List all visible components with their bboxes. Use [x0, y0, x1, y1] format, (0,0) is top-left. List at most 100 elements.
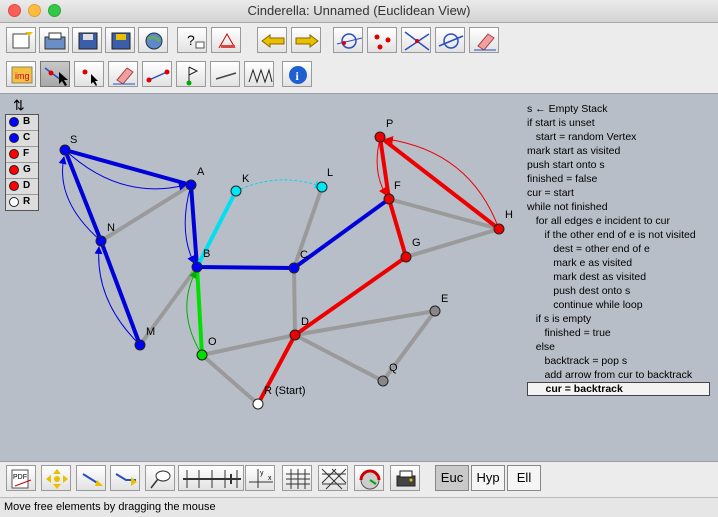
vertex-B[interactable]	[191, 261, 203, 273]
new-file-button[interactable]	[6, 27, 36, 53]
vertex-H[interactable]	[493, 223, 505, 235]
vertex-Q[interactable]	[377, 375, 389, 387]
fine-grid-button[interactable]	[282, 465, 312, 491]
view-toolbar: PDF yx Euc Hyp Ell	[0, 462, 718, 496]
stack-item: R	[6, 195, 38, 210]
hyperbolic-mode-button[interactable]: Hyp	[471, 465, 505, 491]
vertex-M[interactable]	[134, 339, 146, 351]
algo-line: mark e as visited	[527, 257, 633, 269]
stack-item: D	[6, 179, 38, 195]
vertex-label-H: H	[505, 209, 513, 221]
edge-D-E[interactable]	[294, 309, 436, 337]
pdf-export-button[interactable]: PDF	[6, 465, 36, 491]
move-view-button[interactable]	[41, 465, 71, 491]
algo-line: while not finished	[527, 201, 608, 213]
svg-text:y: y	[260, 470, 264, 477]
svg-text:img: img	[15, 71, 30, 81]
vertex-A[interactable]	[185, 179, 197, 191]
globe-button[interactable]	[138, 27, 168, 53]
butterfly-net-button[interactable]	[145, 465, 175, 491]
add-point-icon	[82, 69, 98, 86]
algo-line: finished = false	[527, 173, 598, 185]
algorithm-pseudocode: s ← Empty Stack if start is unset start …	[527, 102, 717, 396]
algo-line: finished = true	[527, 327, 611, 339]
grid-snap-button[interactable]	[178, 465, 244, 491]
stack-item: G	[6, 163, 38, 179]
vertex-P[interactable]	[374, 131, 386, 143]
undo-button[interactable]	[257, 27, 287, 53]
algo-line: continue while loop	[527, 299, 643, 311]
elliptic-mode-button[interactable]: Ell	[507, 465, 541, 491]
globe-icon	[145, 32, 163, 50]
add-point-button[interactable]	[74, 61, 104, 87]
vertex-O[interactable]	[196, 349, 208, 361]
vertex-F[interactable]	[383, 193, 395, 205]
print-button[interactable]	[390, 465, 420, 491]
segment-tool-button[interactable]	[142, 61, 172, 87]
swap-stack-icon[interactable]: ⇅	[13, 97, 25, 114]
stack-dot-icon	[9, 197, 19, 207]
circle-line-button[interactable]	[435, 27, 465, 53]
axes-icon: yx	[249, 469, 273, 488]
axes-button[interactable]: yx	[245, 465, 275, 491]
vertex-C[interactable]	[288, 262, 300, 274]
vertex-label-C: C	[300, 249, 308, 261]
stack-item: C	[6, 131, 38, 147]
circle-mode-button[interactable]	[333, 27, 363, 53]
translate-button[interactable]	[110, 465, 140, 491]
vertex-S[interactable]	[59, 144, 71, 156]
info-button[interactable]: i	[282, 61, 312, 87]
eraser-button[interactable]	[469, 27, 499, 53]
algo-line: add arrow from cur to backtrack	[527, 369, 693, 381]
save-as-button[interactable]	[105, 27, 135, 53]
gauge-button[interactable]	[354, 465, 384, 491]
lines-mode-icon	[404, 31, 430, 51]
fine-grid-icon	[286, 469, 310, 489]
translate-icon	[115, 473, 137, 486]
vertex-N[interactable]	[95, 235, 107, 247]
vertex-label-R: R (Start)	[264, 385, 306, 397]
move-tool-button[interactable]	[40, 61, 70, 87]
construct-icon	[218, 32, 236, 49]
svg-text:?: ?	[187, 32, 195, 48]
euclidean-mode-button[interactable]: Euc	[435, 465, 469, 491]
construct-button[interactable]	[211, 27, 241, 53]
print-icon	[396, 470, 416, 487]
triangle-grid-icon	[321, 468, 347, 490]
edge-O-R[interactable]	[200, 353, 260, 406]
points-mode-button[interactable]	[367, 27, 397, 53]
edge-C-D[interactable]	[292, 267, 297, 336]
new-file-icon	[12, 32, 33, 49]
redo-arrow-icon	[295, 34, 319, 48]
vertex-D[interactable]	[289, 329, 301, 341]
circle-line-icon	[438, 33, 464, 49]
line-tool-button[interactable]	[210, 61, 240, 87]
vertex-G[interactable]	[400, 251, 412, 263]
vertex-label-G: G	[412, 237, 421, 249]
edge-D-Q[interactable]	[294, 333, 384, 383]
lines-mode-button[interactable]	[401, 27, 431, 53]
info-icon: i	[289, 66, 307, 84]
vertex-label-E: E	[441, 293, 449, 305]
pdf-export-icon: PDF	[11, 469, 32, 489]
zigzag-tool-button[interactable]	[244, 61, 274, 87]
vertex-E[interactable]	[429, 305, 441, 317]
open-file-button[interactable]	[39, 27, 69, 53]
redo-button[interactable]	[291, 27, 321, 53]
vertex-L[interactable]	[316, 181, 328, 193]
help-button[interactable]: ?	[177, 27, 207, 53]
algo-line: if start is unset	[527, 117, 595, 129]
vertex-R[interactable]	[252, 398, 264, 410]
vertex-label-N: N	[107, 222, 115, 234]
triangle-grid-button[interactable]	[318, 465, 348, 491]
algo-line: backtrack = pop s	[527, 355, 628, 367]
algo-line: push dest onto s	[527, 285, 631, 297]
flag-tool-button[interactable]	[176, 61, 206, 87]
unvisited-edges	[99, 183, 500, 406]
vertex-label-L: L	[327, 167, 334, 179]
vertex-K[interactable]	[230, 185, 242, 197]
image-tool-button[interactable]: img	[6, 61, 36, 87]
zoom-button[interactable]	[76, 465, 106, 491]
save-file-button[interactable]	[72, 27, 102, 53]
eraser-tool-button[interactable]	[108, 61, 138, 87]
